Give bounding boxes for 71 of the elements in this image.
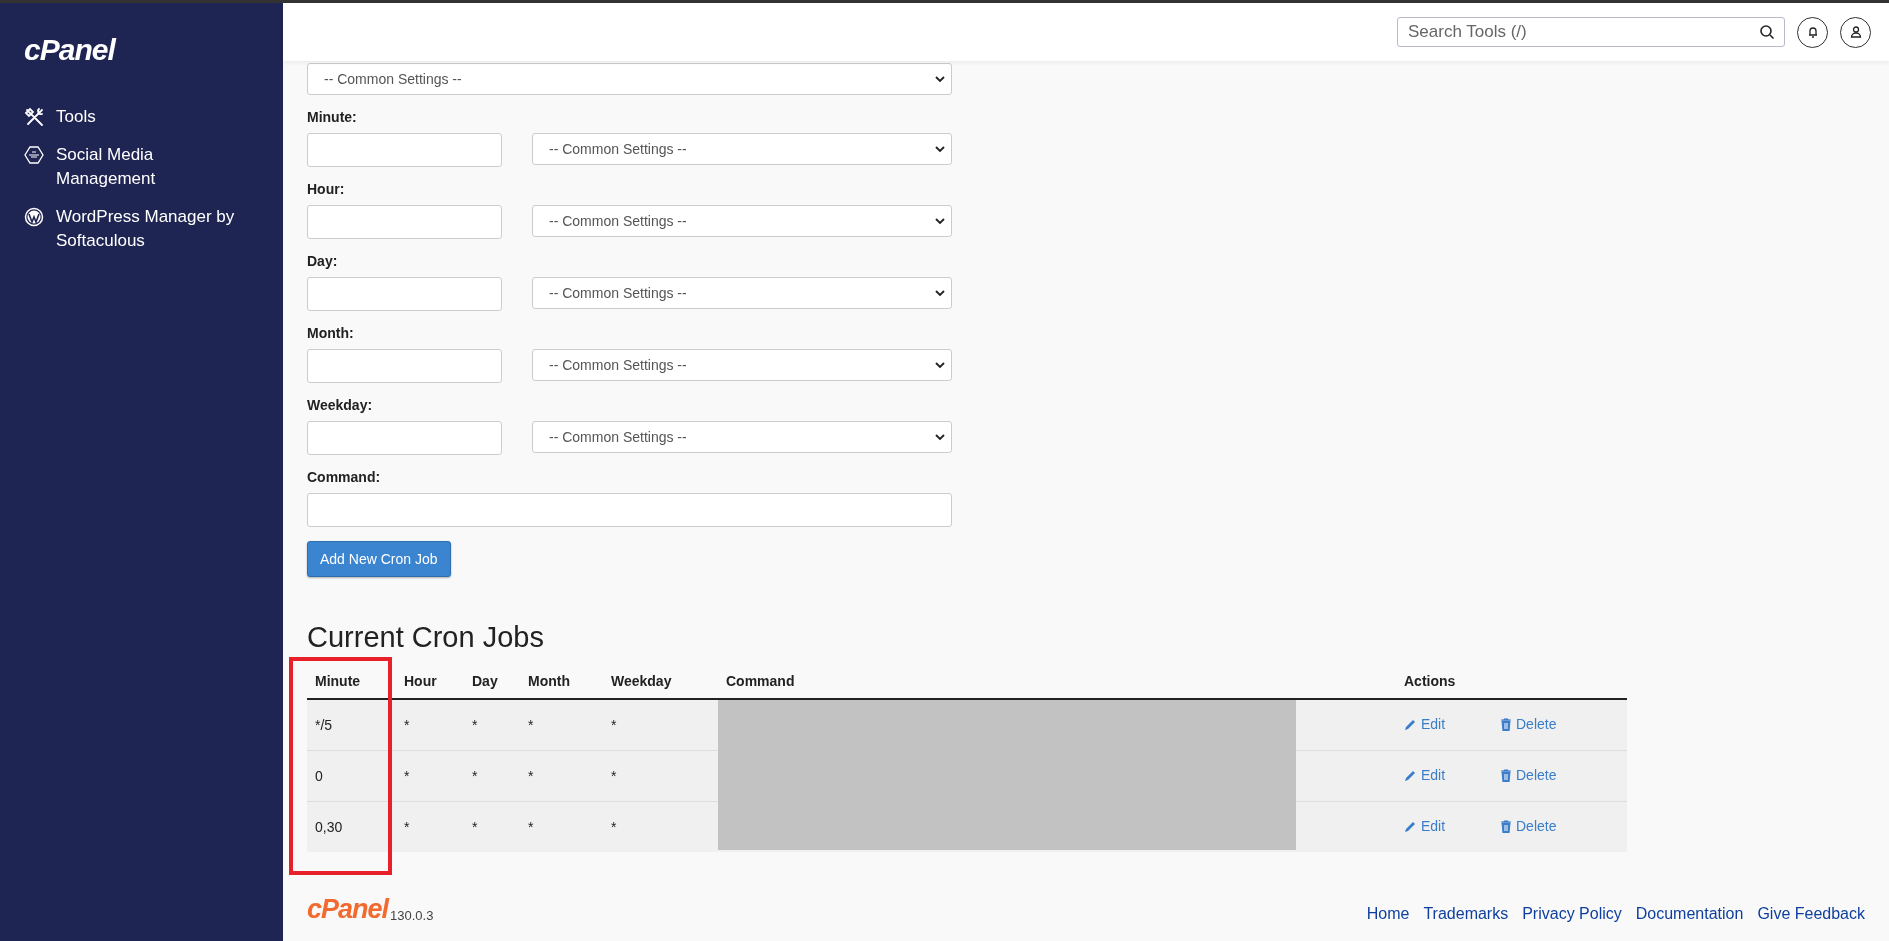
user-button[interactable] — [1840, 16, 1871, 48]
table-cell: * — [520, 801, 603, 852]
hexagon-icon — [24, 145, 44, 165]
table-cell: */5 — [307, 699, 396, 751]
chevron-icon — [935, 289, 945, 297]
chevron-icon — [935, 75, 945, 83]
user-icon — [1848, 25, 1863, 39]
footer-link[interactable]: Trademarks — [1423, 905, 1509, 923]
input-field[interactable] — [307, 349, 502, 383]
chevron-icon — [935, 433, 945, 441]
field-label: Command: — [307, 469, 382, 485]
table-cell: * — [464, 699, 520, 751]
table-cell: * — [520, 699, 603, 751]
table-cell: * — [396, 750, 464, 802]
table-cell: 0,30 — [307, 801, 396, 852]
trash-icon — [1500, 819, 1512, 833]
table-cell: * — [603, 750, 718, 802]
search-icon — [1759, 24, 1775, 40]
cpanel-logo[interactable]: cPanel — [24, 33, 115, 67]
input-field[interactable] — [307, 421, 502, 455]
table-cell: * — [603, 801, 718, 852]
field-label: Minute: — [307, 109, 358, 125]
wordpress-icon — [24, 207, 44, 227]
pencil-icon — [1404, 768, 1417, 782]
search-field[interactable]: Search Tools (/) — [1397, 17, 1785, 47]
table-cell: * — [464, 801, 520, 852]
select-field[interactable]: -- Common Settings -- — [532, 421, 952, 453]
footer-link[interactable]: Documentation — [1635, 905, 1744, 923]
version-number: 130.0.3 — [390, 908, 434, 923]
chevron-icon — [935, 217, 945, 225]
trash-icon — [1500, 768, 1512, 782]
sidebar-item[interactable]: Social Media Management — [24, 143, 244, 191]
sidebar-item[interactable]: Tools — [24, 105, 244, 129]
table-cell: * — [464, 750, 520, 802]
add-cron-job-button[interactable]: Add New Cron Job — [307, 541, 451, 577]
notifications-button[interactable] — [1797, 16, 1828, 48]
table-cell: * — [603, 699, 718, 751]
chevron-icon — [935, 145, 945, 153]
input-field[interactable] — [307, 205, 502, 239]
input-field[interactable] — [307, 493, 952, 527]
edit-link[interactable]: Edit — [1404, 818, 1446, 835]
select-field[interactable]: -- Common Settings -- — [532, 349, 952, 381]
footer-link[interactable]: Home — [1366, 905, 1410, 923]
table-cell: * — [396, 699, 464, 751]
input-field[interactable] — [307, 133, 502, 167]
delete-link[interactable]: Delete — [1500, 818, 1557, 835]
input-field[interactable] — [307, 277, 502, 311]
field-label: Hour: — [307, 181, 346, 197]
delete-link[interactable]: Delete — [1500, 716, 1557, 733]
edit-link[interactable]: Edit — [1404, 716, 1446, 733]
select-field[interactable]: -- Common Settings -- — [532, 205, 952, 237]
edit-link[interactable]: Edit — [1404, 767, 1446, 784]
chevron-icon — [935, 361, 945, 369]
field-label: Day: — [307, 253, 339, 269]
tools-icon — [24, 107, 44, 127]
delete-link[interactable]: Delete — [1500, 767, 1557, 784]
table-cell: * — [520, 750, 603, 802]
table-cell: * — [396, 801, 464, 852]
footer-link[interactable]: Privacy Policy — [1522, 905, 1622, 923]
sidebar-item[interactable]: WordPress Manager by Softaculous — [24, 205, 244, 253]
field-label: Month: — [307, 325, 355, 341]
select-field[interactable]: -- Common Settings -- — [532, 277, 952, 309]
select-field[interactable]: -- Common Settings -- — [307, 63, 952, 95]
section-title: Current Cron Jobs — [307, 621, 544, 654]
pencil-icon — [1404, 819, 1417, 833]
trash-icon — [1500, 717, 1512, 731]
table-cell: 0 — [307, 750, 396, 802]
footer-link[interactable]: Give Feedback — [1757, 905, 1865, 923]
field-label: Weekday: — [307, 397, 374, 413]
select-field[interactable]: -- Common Settings -- — [532, 133, 952, 165]
pencil-icon — [1404, 717, 1417, 731]
